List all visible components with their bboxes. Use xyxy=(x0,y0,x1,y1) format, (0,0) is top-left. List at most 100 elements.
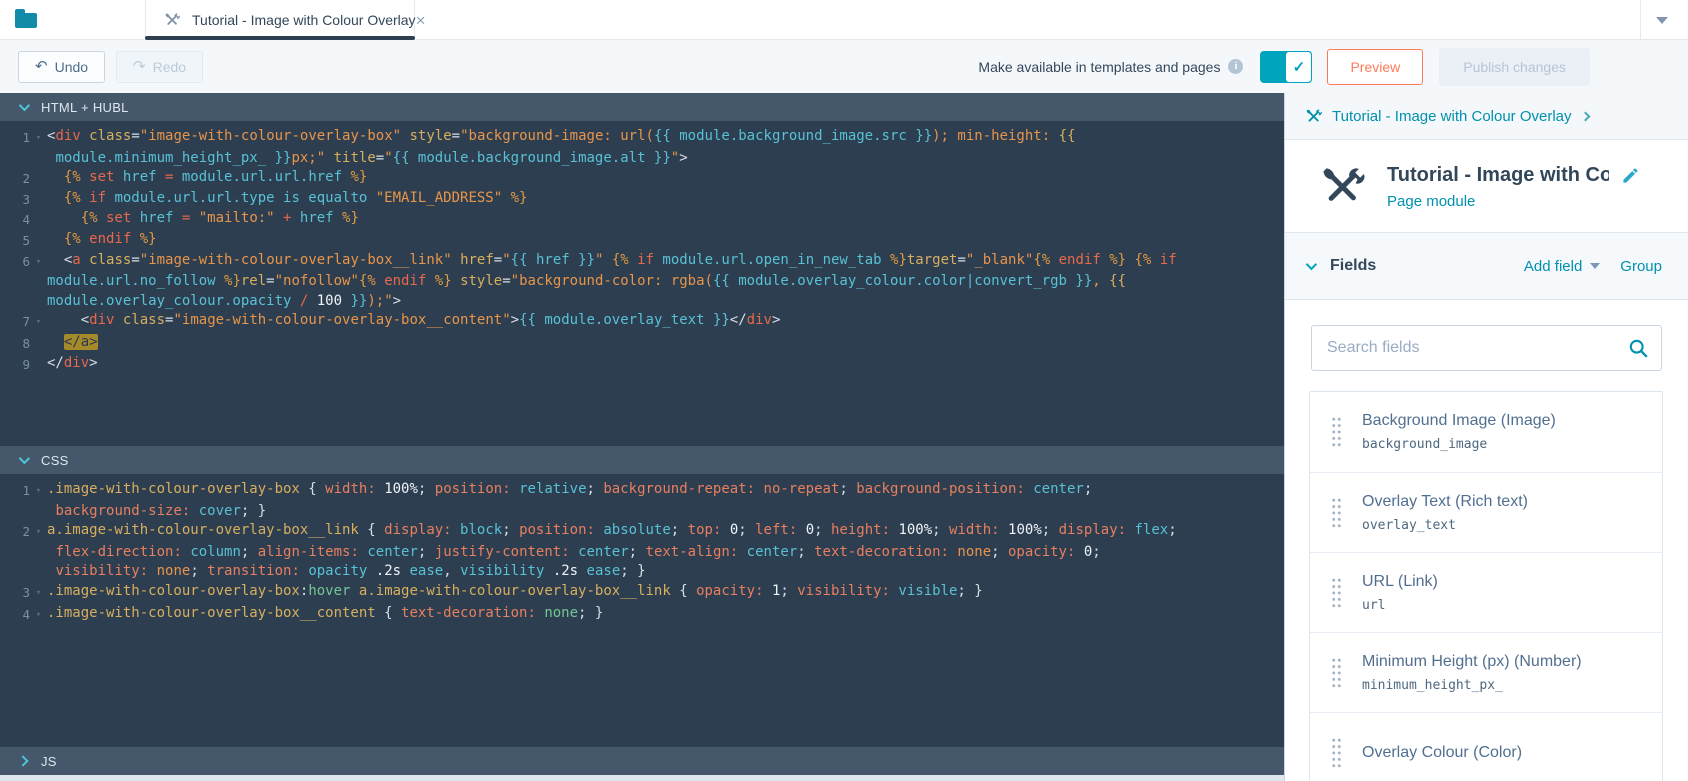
caret-down-icon[interactable] xyxy=(1590,263,1601,269)
fold-arrow-icon[interactable]: ▾ xyxy=(30,480,47,502)
fold-arrow-icon[interactable]: ▾ xyxy=(30,582,47,604)
section-header-js[interactable]: JS xyxy=(0,747,1284,775)
redo-label: Redo xyxy=(152,58,187,75)
line-number xyxy=(0,502,30,522)
chevron-down-icon[interactable] xyxy=(1656,17,1668,24)
code-row[interactable]: 2 ▾ a.image-with-colour-overlay-box__link … xyxy=(0,521,1284,543)
code-row[interactable]: module.minimum_height_px_ }}px;" title="… xyxy=(0,149,1284,169)
drag-handle-icon[interactable] xyxy=(1331,496,1342,529)
code-row[interactable]: 1 ▾ <div class="image-with-colour-overlay-… xyxy=(0,127,1284,149)
add-field-button[interactable]: Add field xyxy=(1524,258,1582,275)
field-label: Overlay Colour (Color) xyxy=(1362,743,1523,761)
code-line-text: a.image-with-colour-overlay-box__link { … xyxy=(47,522,1177,539)
line-number: 9 xyxy=(22,356,30,372)
code-row[interactable]: 8 </a> xyxy=(0,333,1284,354)
code-editor-panel: HTML + HUBL 1 ▾ <div class="image-with-col… xyxy=(0,93,1284,781)
code-row[interactable]: flex-direction: column; align-items: cen… xyxy=(0,543,1284,563)
css-code-area[interactable]: 1 ▾ .image-with-colour-overlay-box { width… xyxy=(0,474,1284,747)
drag-handle-icon[interactable] xyxy=(1331,416,1342,448)
field-list-item[interactable]: Minimum Height (px) (Number) minimum_heig… xyxy=(1310,632,1662,712)
publish-changes-button[interactable]: Publish changes xyxy=(1439,47,1590,86)
module-title: Tutorial - Image with Colour Overlay xyxy=(1387,164,1609,186)
field-list-item[interactable]: URL (Link) url xyxy=(1310,552,1662,632)
search-fields-input[interactable] xyxy=(1311,325,1662,371)
make-available-toggle[interactable]: ✓ xyxy=(1260,50,1313,83)
code-row[interactable]: 9 </div> xyxy=(0,354,1284,375)
code-row[interactable]: 7 ▾ <div class="image-with-colour-overlay… xyxy=(0,311,1284,333)
redo-button[interactable]: ↷ Redo xyxy=(116,50,204,83)
section-header-css[interactable]: CSS xyxy=(0,446,1284,474)
line-number: 8 xyxy=(22,335,30,351)
fold-arrow-icon[interactable]: ▾ xyxy=(30,251,47,273)
tools-icon xyxy=(1305,108,1322,125)
main-split: HTML + HUBL 1 ▾ <div class="image-with-col… xyxy=(0,93,1688,781)
module-type-label: Page module xyxy=(1387,193,1476,210)
close-icon[interactable]: × xyxy=(416,12,426,29)
folder-icon[interactable] xyxy=(15,9,37,28)
field-list: Background Image (Image) background_image… xyxy=(1309,391,1663,781)
line-number: 3 xyxy=(22,584,30,600)
field-list-item[interactable]: Overlay Colour (Color) xyxy=(1310,712,1662,781)
field-variable-name: url xyxy=(1362,597,1386,613)
pencil-icon[interactable] xyxy=(1621,166,1640,185)
design-manager-window: Tutorial - Image with Colour Overlay × ↶… xyxy=(0,0,1688,781)
undo-label: Undo xyxy=(54,58,89,75)
code-row[interactable]: visibility: none; transition: opacity .2… xyxy=(0,562,1284,582)
code-line-text: <div class="image-with-colour-overlay-bo… xyxy=(47,128,1076,144)
code-line-text: {% endif %} xyxy=(63,230,157,247)
code-row[interactable]: background-size: cover; } xyxy=(0,502,1284,522)
code-row[interactable]: 5 {% endif %} xyxy=(0,230,1284,251)
line-number: 1 xyxy=(22,483,30,498)
field-list-item[interactable]: Overlay Text (Rich text) overlay_text xyxy=(1310,472,1662,552)
info-icon[interactable]: i xyxy=(1228,59,1244,74)
section-header-html-hubl[interactable]: HTML + HUBL xyxy=(0,93,1284,121)
group-button[interactable]: Group xyxy=(1620,258,1662,275)
code-row[interactable]: 4 ▾ .image-with-colour-overlay-box__conten… xyxy=(0,604,1284,626)
drag-handle-icon[interactable] xyxy=(1331,656,1342,689)
drag-handle-icon[interactable] xyxy=(1331,736,1342,769)
breadcrumb[interactable]: Tutorial - Image with Colour Overlay xyxy=(1285,93,1688,140)
breadcrumb-label[interactable]: Tutorial - Image with Colour Overlay xyxy=(1332,108,1572,125)
code-row[interactable]: 6 ▾ <a class="image-with-colour-overlay-b… xyxy=(0,251,1284,273)
fold-arrow-icon[interactable]: ▾ xyxy=(30,127,47,149)
editor-toolbar: ↶ Undo ↷ Redo Make available in template… xyxy=(0,40,1688,93)
field-list-item[interactable]: Background Image (Image) background_image xyxy=(1310,392,1662,472)
code-row[interactable]: 2 {% set href = module.url.url.href %} xyxy=(0,168,1284,189)
code-row[interactable]: 3 ▾ .image-with-colour-overlay-box:hover a… xyxy=(0,582,1284,604)
html-hubl-code-area[interactable]: 1 ▾ <div class="image-with-colour-overlay-… xyxy=(0,121,1284,446)
line-number: 2 xyxy=(22,171,30,187)
code-row[interactable]: 4 {% set href = "mailto:" + href %} xyxy=(0,209,1284,230)
drag-handle-icon[interactable] xyxy=(1331,576,1342,609)
code-line-text: module.minimum_height_px_ }}px;" title="… xyxy=(55,149,688,166)
code-line-text: .image-with-colour-overlay-box { width: … xyxy=(47,481,1093,497)
code-row[interactable]: 1 ▾ .image-with-colour-overlay-box { width… xyxy=(0,480,1284,502)
field-texts: Minimum Height (px) (Number) minimum_heig… xyxy=(1362,653,1582,693)
make-available-label: Make available in templates and pages xyxy=(978,58,1221,75)
code-row[interactable]: 3 {% if module.url.url.type is equalto "… xyxy=(0,189,1284,210)
toggle-check-icon: ✓ xyxy=(1285,50,1313,83)
code-line-text: </a> xyxy=(63,333,98,350)
line-number: 1 xyxy=(22,130,30,145)
tab-module-editor[interactable]: Tutorial - Image with Colour Overlay × xyxy=(145,0,426,40)
section-label: JS xyxy=(41,753,57,769)
fold-arrow-icon[interactable]: ▾ xyxy=(30,521,47,543)
code-row[interactable]: module.url.no_follow %}rel="nofollow"{% … xyxy=(0,272,1284,292)
code-line-text: .image-with-colour-overlay-box:hover a.i… xyxy=(47,582,983,599)
code-line-text: .image-with-colour-overlay-box__content … xyxy=(47,604,604,621)
chevron-down-icon[interactable] xyxy=(1305,258,1318,271)
chevron-down-icon xyxy=(18,99,31,112)
fold-arrow-icon[interactable]: ▾ xyxy=(30,604,47,626)
fold-arrow-icon[interactable]: ▾ xyxy=(30,311,47,333)
code-row[interactable]: module.overlay_colour.opacity / 100 }});… xyxy=(0,292,1284,312)
line-number: 6 xyxy=(22,253,30,269)
line-number: 2 xyxy=(22,524,30,540)
search-icon[interactable] xyxy=(1628,338,1649,359)
preview-button[interactable]: Preview xyxy=(1327,48,1424,85)
undo-button[interactable]: ↶ Undo xyxy=(18,50,106,83)
line-number: 4 xyxy=(22,606,30,622)
